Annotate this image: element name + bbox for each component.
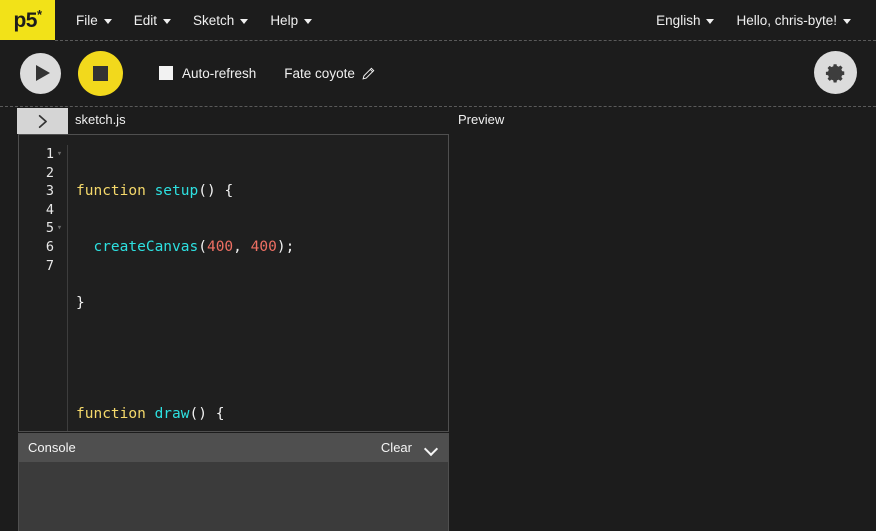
stop-icon <box>93 66 108 81</box>
preview-pane-label: Preview <box>458 112 504 127</box>
nav-account-group: English Hello, chris-byte! <box>645 0 862 40</box>
gutter-row: 1▾ <box>19 145 67 164</box>
nav-item-sketch-label: Sketch <box>193 13 234 28</box>
code-line: createCanvas(400, 400); <box>76 238 448 257</box>
toolbar: Auto-refresh Fate coyote <box>0 41 876 105</box>
line-number: 5 <box>46 219 54 238</box>
chevron-down-icon <box>843 19 851 24</box>
code-line <box>76 350 448 369</box>
account-label: Hello, chris-byte! <box>736 13 837 28</box>
code-area: 1▾ 2 3 4 5▾ 6 7 function setup() { creat… <box>19 135 448 431</box>
sidebar-expand-button[interactable] <box>17 108 68 134</box>
auto-refresh-toggle[interactable]: Auto-refresh <box>159 66 256 81</box>
console-actions: Clear <box>381 440 438 455</box>
play-button[interactable] <box>20 53 61 94</box>
settings-button[interactable] <box>814 51 857 94</box>
chevron-down-icon <box>304 19 312 24</box>
nav-item-file-label: File <box>76 13 98 28</box>
chevron-right-icon <box>34 113 51 130</box>
gutter-row: 7 <box>19 257 67 276</box>
play-icon <box>36 65 50 81</box>
gear-icon <box>825 62 847 84</box>
file-tab-sketch-js[interactable]: sketch.js <box>75 112 126 127</box>
pencil-icon[interactable] <box>362 67 375 80</box>
preview-pane[interactable] <box>450 134 876 531</box>
auto-refresh-checkbox[interactable] <box>159 66 173 80</box>
line-number: 3 <box>46 182 54 201</box>
stop-button[interactable] <box>78 51 123 96</box>
nav-item-help-label: Help <box>270 13 298 28</box>
gutter-row: 3 <box>19 182 67 201</box>
gutter-row: 6 <box>19 238 67 257</box>
chevron-down-icon[interactable] <box>425 444 438 452</box>
account-menu[interactable]: Hello, chris-byte! <box>725 0 862 40</box>
logo-text: p5* <box>13 8 41 31</box>
code-editor[interactable]: 1▾ 2 3 4 5▾ 6 7 function setup() { creat… <box>18 134 449 432</box>
console-output <box>18 462 449 531</box>
line-number: 7 <box>46 257 54 276</box>
fold-arrow-icon[interactable]: ▾ <box>54 145 65 164</box>
nav-item-sketch[interactable]: Sketch <box>182 0 259 40</box>
code-line: function setup() { <box>76 182 448 201</box>
logo-asterisk: * <box>37 7 42 22</box>
auto-refresh-label: Auto-refresh <box>182 66 256 81</box>
line-number: 6 <box>46 238 54 257</box>
line-number: 4 <box>46 201 54 220</box>
language-selector[interactable]: English <box>645 0 725 40</box>
gutter-row: 5▾ <box>19 219 67 238</box>
sketch-name-field[interactable]: Fate coyote <box>284 66 375 81</box>
fold-arrow-icon[interactable]: ▾ <box>54 219 65 238</box>
gutter-row: 4 <box>19 201 67 220</box>
code-lines[interactable]: function setup() { createCanvas(400, 400… <box>68 145 448 431</box>
line-number: 2 <box>46 164 54 183</box>
chevron-down-icon <box>706 19 714 24</box>
console-clear-button[interactable]: Clear <box>381 440 412 455</box>
code-line: function draw() { <box>76 405 448 424</box>
gutter-row: 2 <box>19 164 67 183</box>
p5-web-editor: p5* File Edit Sketch Help English <box>0 0 876 531</box>
nav-item-help[interactable]: Help <box>259 0 323 40</box>
nav-menu-group: File Edit Sketch Help <box>65 0 323 40</box>
chevron-down-icon <box>240 19 248 24</box>
chevron-down-icon <box>163 19 171 24</box>
language-label: English <box>656 13 700 28</box>
console-header[interactable]: Console Clear <box>18 433 449 462</box>
sketch-name-label: Fate coyote <box>284 66 355 81</box>
chevron-down-icon <box>104 19 112 24</box>
code-line: } <box>76 294 448 313</box>
line-number: 1 <box>46 145 54 164</box>
editor-gutter: 1▾ 2 3 4 5▾ 6 7 <box>19 145 68 431</box>
console-title: Console <box>28 440 76 455</box>
p5-logo[interactable]: p5* <box>0 0 55 40</box>
tabbar: sketch.js Preview <box>0 107 876 134</box>
navbar: p5* File Edit Sketch Help English <box>0 0 876 40</box>
nav-item-edit[interactable]: Edit <box>123 0 182 40</box>
nav-item-edit-label: Edit <box>134 13 157 28</box>
nav-item-file[interactable]: File <box>65 0 123 40</box>
